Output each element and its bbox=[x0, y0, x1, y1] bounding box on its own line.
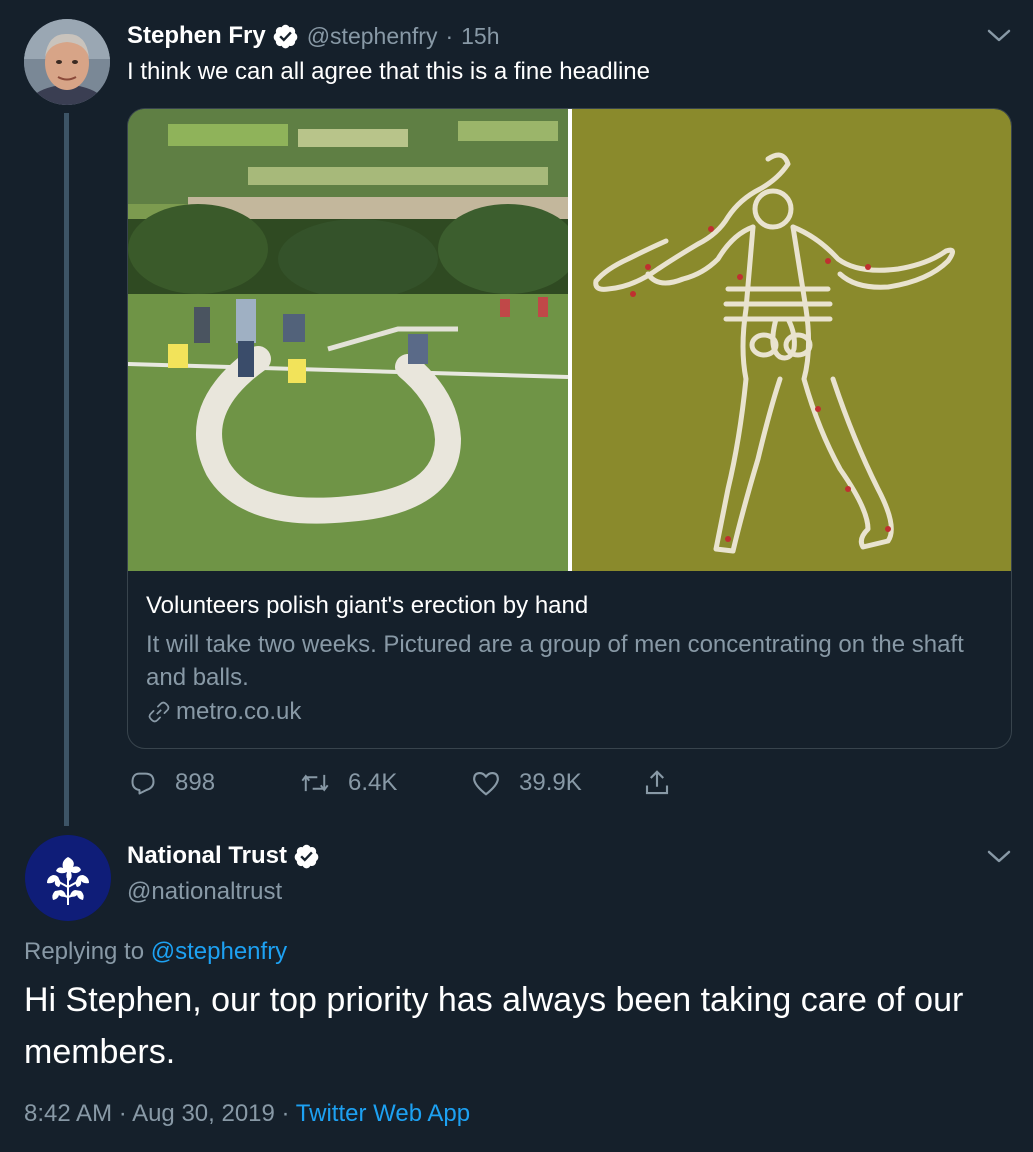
reply-author-handle[interactable]: @nationaltrust bbox=[127, 878, 282, 906]
reply-date[interactable]: Aug 30, 2019 bbox=[132, 1100, 275, 1127]
link-icon bbox=[146, 699, 172, 725]
retweet-count: 6.4K bbox=[348, 769, 398, 796]
tweet-text: I think we can all agree that this is a … bbox=[127, 58, 650, 85]
retweet-icon bbox=[301, 774, 329, 792]
replying-mention[interactable]: @stephenfry bbox=[151, 938, 287, 965]
replying-to: Replying to @stephenfry bbox=[24, 938, 287, 966]
card-description: It will take two weeks. Pictured are a g… bbox=[146, 631, 964, 691]
author-name[interactable]: Stephen Fry bbox=[127, 22, 266, 50]
oak-leaf-logo-icon bbox=[25, 835, 111, 921]
national-trust-avatar[interactable] bbox=[25, 835, 111, 921]
chevron-down-icon[interactable] bbox=[985, 846, 1013, 866]
source-app[interactable]: Twitter Web App bbox=[296, 1100, 470, 1127]
reply-button[interactable]: 898 bbox=[129, 764, 215, 802]
chevron-down-icon[interactable] bbox=[985, 25, 1013, 45]
replying-prefix: Replying to bbox=[24, 938, 145, 965]
link-card[interactable]: Volunteers polish giant's erection by ha… bbox=[127, 108, 1012, 749]
reply-count: 898 bbox=[175, 769, 216, 796]
author-handle[interactable]: @stephenfry bbox=[307, 23, 438, 50]
reply-author-name[interactable]: National Trust bbox=[127, 842, 287, 870]
reply-icon bbox=[131, 772, 155, 795]
share-icon bbox=[645, 770, 669, 795]
card-domain: metro.co.uk bbox=[146, 698, 301, 726]
reply-text: Hi Stephen, our top priority has always … bbox=[24, 981, 964, 1071]
reply-author-row: National Trust bbox=[127, 842, 320, 870]
verified-badge-icon bbox=[293, 843, 320, 870]
verified-badge-icon bbox=[272, 23, 299, 50]
card-title: Volunteers polish giant's erection by ha… bbox=[146, 592, 589, 619]
reply-tweet: National Trust @nationaltrust Replying t… bbox=[0, 826, 1033, 1152]
like-icon bbox=[473, 771, 499, 796]
card-domain-text: metro.co.uk bbox=[176, 698, 302, 725]
tweet-header: Stephen Fry @stephenfry · 15h bbox=[127, 20, 500, 52]
tweet-time[interactable]: 15h bbox=[461, 23, 499, 50]
like-count: 39.9K bbox=[519, 769, 582, 796]
separator-dot: · bbox=[445, 22, 454, 49]
like-button[interactable]: 39.9K bbox=[471, 764, 582, 802]
retweet-button[interactable]: 6.4K bbox=[300, 764, 397, 802]
tweet-metadata: 8:42 AM · Aug 30, 2019 · Twitter Web App bbox=[24, 1100, 470, 1128]
card-image bbox=[128, 109, 1011, 571]
share-button[interactable] bbox=[642, 764, 690, 802]
original-tweet: Stephen Fry @stephenfry · 15h I think we… bbox=[0, 0, 1033, 826]
separator-dot: · bbox=[281, 1100, 296, 1127]
stephen-fry-avatar[interactable] bbox=[24, 19, 110, 105]
reply-time[interactable]: 8:42 AM bbox=[24, 1100, 112, 1127]
separator-dot: · bbox=[118, 1100, 133, 1127]
thread-connector bbox=[64, 113, 69, 826]
